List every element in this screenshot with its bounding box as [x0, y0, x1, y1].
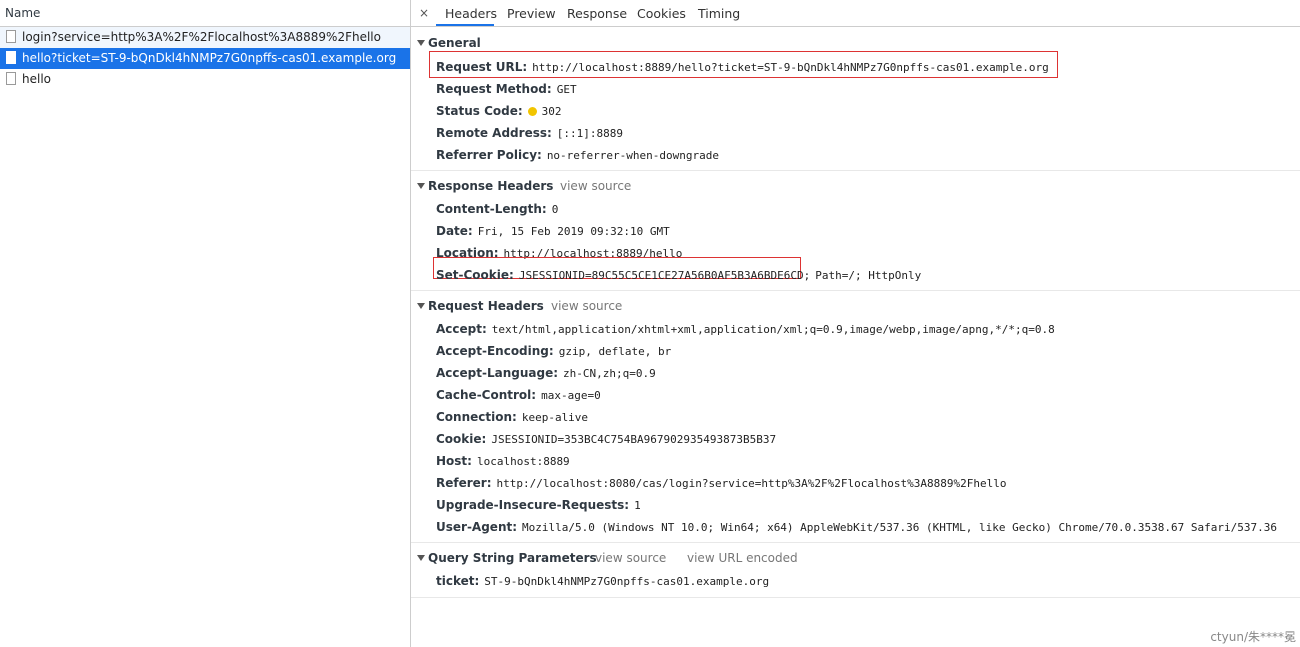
- content-length-row[interactable]: Content-Length: 0: [436, 200, 558, 218]
- cookie-row[interactable]: Cookie: JSESSIONID=353BC4C754BA9679029354…: [436, 430, 776, 448]
- status-code-row[interactable]: Status Code: 302: [436, 102, 562, 120]
- request-method-row[interactable]: Request Method: GET: [436, 80, 577, 98]
- tab-cookies[interactable]: Cookies: [637, 0, 686, 26]
- document-icon: [6, 72, 16, 85]
- host-row[interactable]: Host: localhost:8889: [436, 452, 570, 470]
- request-headers-toggle[interactable]: Request Headers: [417, 298, 544, 314]
- request-item-label: login?service=http%3A%2F%2Flocalhost%3A8…: [22, 30, 381, 44]
- document-icon: [6, 30, 16, 43]
- request-list-panel: Name login?service=http%3A%2F%2Flocalhos…: [0, 0, 411, 647]
- accept-row[interactable]: Accept: text/html,application/xhtml+xml,a…: [436, 320, 1055, 338]
- upgrade-insecure-requests-row[interactable]: Upgrade-Insecure-Requests: 1: [436, 496, 641, 514]
- ticket-param-row[interactable]: ticket: ST-9-bQnDkl4hNMPz7G0npffs-cas01.e…: [436, 572, 769, 590]
- query-params-toggle[interactable]: Query String Parameters: [417, 550, 597, 566]
- name-column-header[interactable]: Name: [0, 0, 410, 27]
- response-headers-toggle[interactable]: Response Headers: [417, 178, 553, 194]
- triangle-down-icon: [417, 555, 425, 561]
- tab-response[interactable]: Response: [567, 0, 627, 26]
- accept-language-row[interactable]: Accept-Language: zh-CN,zh;q=0.9: [436, 364, 656, 382]
- request-item-hello[interactable]: hello: [0, 69, 410, 90]
- general-section: General Request URL: http://localhost:888…: [411, 27, 1300, 171]
- triangle-down-icon: [417, 183, 425, 189]
- tab-preview[interactable]: Preview: [507, 0, 556, 26]
- request-headers-section: Request Headers view source Accept: text/…: [411, 291, 1300, 543]
- watermark: ctyun/朱****冕: [1210, 630, 1296, 644]
- request-url-row[interactable]: Request URL: http://localhost:8889/hello?…: [436, 58, 1049, 76]
- request-view-source-link[interactable]: view source: [551, 298, 622, 314]
- accept-encoding-row[interactable]: Accept-Encoding: gzip, deflate, br: [436, 342, 671, 360]
- remote-address-row[interactable]: Remote Address: [::1]:8889: [436, 124, 623, 142]
- request-item-label: hello?ticket=ST-9-bQnDkl4hNMPz7G0npffs-c…: [22, 51, 397, 65]
- status-dot-icon: [527, 107, 537, 116]
- section-title: Response Headers: [428, 179, 554, 193]
- triangle-down-icon: [417, 40, 425, 46]
- query-view-source-link[interactable]: view source: [595, 550, 666, 566]
- request-item-label: hello: [22, 72, 51, 86]
- user-agent-row[interactable]: User-Agent: Mozilla/5.0 (Windows NT 10.0;…: [436, 518, 1277, 536]
- section-title: Query String Parameters: [428, 551, 597, 565]
- triangle-down-icon: [417, 303, 425, 309]
- details-tab-bar: × Headers Preview Response Cookies Timin…: [411, 0, 1300, 27]
- query-params-section: Query String Parameters view source view…: [411, 543, 1300, 598]
- tab-headers[interactable]: Headers: [436, 0, 497, 26]
- response-headers-section: Response Headers view source Content-Len…: [411, 171, 1300, 291]
- response-view-source-link[interactable]: view source: [560, 178, 631, 194]
- connection-row[interactable]: Connection: keep-alive: [436, 408, 588, 426]
- request-item-login[interactable]: login?service=http%3A%2F%2Flocalhost%3A8…: [0, 27, 410, 48]
- set-cookie-row[interactable]: Set-Cookie: JSESSIONID=89C55C5CE1CE27A56B…: [436, 266, 921, 284]
- request-details-panel: × Headers Preview Response Cookies Timin…: [411, 0, 1300, 647]
- date-row[interactable]: Date: Fri, 15 Feb 2019 09:32:10 GMT: [436, 222, 670, 240]
- close-icon[interactable]: ×: [419, 0, 429, 26]
- document-icon: [6, 51, 16, 64]
- query-view-url-encoded-link[interactable]: view URL encoded: [687, 550, 798, 566]
- request-item-hello-ticket[interactable]: hello?ticket=ST-9-bQnDkl4hNMPz7G0npffs-c…: [0, 48, 410, 69]
- referer-row[interactable]: Referer: http://localhost:8080/cas/login?…: [436, 474, 1006, 492]
- section-title: General: [428, 36, 481, 50]
- section-title: Request Headers: [428, 299, 544, 313]
- general-section-toggle[interactable]: General: [417, 35, 481, 51]
- tab-timing[interactable]: Timing: [698, 0, 740, 26]
- referrer-policy-row[interactable]: Referrer Policy: no-referrer-when-downgra…: [436, 146, 719, 164]
- cache-control-row[interactable]: Cache-Control: max-age=0: [436, 386, 601, 404]
